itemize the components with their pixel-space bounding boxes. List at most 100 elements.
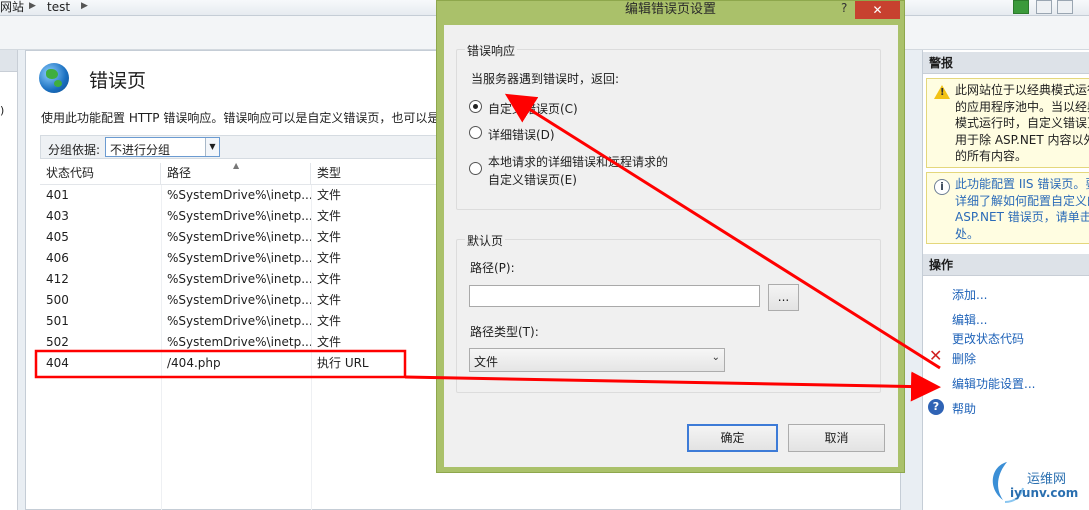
- detailed-error-radio[interactable]: [469, 126, 482, 139]
- warning-alert: 此网站位于以经典模式运行 的应用程序池中。当以经典 模式运行时，自定义错误页 用…: [926, 78, 1089, 168]
- path-type-value: 文件: [474, 355, 499, 369]
- change-status-code-link[interactable]: 更改状态代码: [952, 330, 1024, 347]
- cell-path: %SystemDrive%\inetp...: [167, 293, 311, 307]
- delete-action-link[interactable]: 删除: [952, 350, 976, 367]
- cell-path: %SystemDrive%\inetp...: [167, 188, 311, 202]
- cell-type: 执行 URL: [317, 356, 369, 370]
- cell-type: 文件: [317, 251, 342, 265]
- actions-header: 操作: [923, 254, 1089, 276]
- table-row[interactable]: 500 %SystemDrive%\inetp... 文件: [40, 290, 440, 311]
- dialog-body: 错误响应 当服务器遇到错误时，返回: 自定义错误页(C) 详细错误(D) 本地请…: [444, 25, 898, 467]
- chevron-down-icon: ⌄: [711, 352, 720, 363]
- local-detailed-label-line2[interactable]: 自定义错误页(E): [488, 171, 577, 188]
- cell-status-code: 502: [46, 335, 69, 349]
- cell-type: 文件: [317, 314, 342, 328]
- group-by-label: 分组依据:: [48, 143, 101, 157]
- cell-path: /404.php: [167, 356, 221, 370]
- help-action-link[interactable]: 帮助: [952, 400, 976, 417]
- detailed-error-label[interactable]: 详细错误(D): [488, 126, 555, 143]
- cell-type: 文件: [317, 335, 342, 349]
- cell-path: %SystemDrive%\inetp...: [167, 335, 311, 349]
- stop-icon[interactable]: [1036, 0, 1052, 14]
- edit-error-pages-dialog: 编辑错误页设置 ? ✕ 错误响应 当服务器遇到错误时，返回: 自定义错误页(C)…: [436, 0, 905, 473]
- cell-path: %SystemDrive%\inetp...: [167, 209, 311, 223]
- table-row[interactable]: 406 %SystemDrive%\inetp... 文件: [40, 248, 440, 269]
- cell-type: 文件: [317, 293, 342, 307]
- breadcrumb-site[interactable]: 网站: [0, 0, 24, 14]
- info-alert: i 此功能配置 IIS 错误页。要 详细了解如何配置自定义的 ASP.NET 错…: [926, 172, 1089, 244]
- table-row[interactable]: 401 %SystemDrive%\inetp... 文件: [40, 185, 440, 206]
- actions-pane: 警报 此网站位于以经典模式运行 的应用程序池中。当以经典 模式运行时，自定义错误…: [922, 50, 1089, 510]
- chevron-right-icon: ▶: [81, 1, 88, 11]
- error-response-prompt: 当服务器遇到错误时，返回:: [471, 72, 620, 86]
- breadcrumb-site-name[interactable]: test: [47, 0, 70, 14]
- group-by-select[interactable]: 不进行分组 ▼: [105, 137, 220, 157]
- local-detailed-label-line1[interactable]: 本地请求的详细错误和远程请求的: [488, 153, 668, 170]
- path-label: 路径(P):: [470, 261, 515, 275]
- cell-status-code: 405: [46, 230, 69, 244]
- cell-type: 文件: [317, 188, 342, 202]
- edit-feature-settings-link[interactable]: 编辑功能设置...: [952, 375, 1035, 392]
- watermark-url: iyunv.com: [1010, 486, 1079, 500]
- error-response-legend: 错误响应: [465, 42, 518, 59]
- connections-header: [0, 50, 17, 72]
- group-by-bar: 分组依据: 不进行分组 ▼: [40, 135, 440, 159]
- cell-status-code: 401: [46, 188, 69, 202]
- cell-path: %SystemDrive%\inetp...: [167, 251, 311, 265]
- cell-status-code: 500: [46, 293, 69, 307]
- table-row[interactable]: 405 %SystemDrive%\inetp... 文件: [40, 227, 440, 248]
- warning-text: 此网站位于以经典模式运行 的应用程序池中。当以经典 模式运行时，自定义错误页 用…: [955, 83, 1089, 163]
- path-type-select[interactable]: 文件 ⌄: [469, 348, 725, 372]
- cell-status-code: 412: [46, 272, 69, 286]
- custom-error-radio[interactable]: [469, 100, 482, 113]
- path-input[interactable]: [469, 285, 760, 307]
- page-title: 错误页: [89, 70, 147, 92]
- custom-error-label[interactable]: 自定义错误页(C): [488, 100, 578, 117]
- tree-item-stub[interactable]: ): [0, 104, 4, 117]
- column-header-status[interactable]: 状态代码: [40, 163, 161, 185]
- table-row[interactable]: 501 %SystemDrive%\inetp... 文件: [40, 311, 440, 332]
- local-detailed-radio[interactable]: [469, 162, 482, 175]
- close-button[interactable]: ✕: [855, 1, 900, 19]
- cell-status-code: 404: [46, 356, 69, 370]
- cell-status-code: 403: [46, 209, 69, 223]
- edit-action-link[interactable]: 编辑...: [952, 311, 987, 328]
- cell-type: 文件: [317, 209, 342, 223]
- group-by-value: 不进行分组: [110, 143, 171, 157]
- cancel-button[interactable]: 取消: [788, 424, 885, 452]
- help-question-icon[interactable]: ?: [841, 1, 847, 15]
- chevron-right-icon: ▶: [29, 1, 36, 11]
- default-page-legend: 默认页: [465, 232, 506, 249]
- path-type-label: 路径类型(T):: [470, 325, 539, 339]
- cell-type: 文件: [317, 272, 342, 286]
- add-action-link[interactable]: 添加...: [952, 286, 987, 303]
- info-text[interactable]: 此功能配置 IIS 错误页。要 详细了解如何配置自定义的 ASP.NET 错误页…: [955, 176, 1089, 242]
- help-icon: ?: [928, 399, 944, 415]
- ok-button[interactable]: 确定: [687, 424, 778, 452]
- cell-path: %SystemDrive%\inetp...: [167, 314, 311, 328]
- cell-path: %SystemDrive%\inetp...: [167, 272, 311, 286]
- alerts-header: 警报: [923, 52, 1089, 74]
- table-row[interactable]: 502 %SystemDrive%\inetp... 文件: [40, 332, 440, 353]
- table-row[interactable]: 412 %SystemDrive%\inetp... 文件: [40, 269, 440, 290]
- table-row[interactable]: 403 %SystemDrive%\inetp... 文件: [40, 206, 440, 227]
- delete-icon: ✕: [929, 346, 943, 365]
- browse-button[interactable]: ...: [768, 284, 799, 311]
- cell-path: %SystemDrive%\inetp...: [167, 230, 311, 244]
- dropdown-arrow-icon[interactable]: ▼: [205, 138, 219, 156]
- column-header-type[interactable]: 类型: [311, 163, 440, 185]
- feature-description: 使用此功能配置 HTTP 错误响应。错误响应可以是自定义错误页，也可以是: [41, 111, 440, 125]
- home-icon[interactable]: [1057, 0, 1073, 14]
- refresh-icon[interactable]: [1013, 0, 1029, 14]
- dialog-title: 编辑错误页设置: [624, 2, 716, 17]
- cell-type: 文件: [317, 230, 342, 244]
- globe-icon: [39, 63, 69, 93]
- cell-status-code: 406: [46, 251, 69, 265]
- sort-ascending-icon: ▲: [233, 161, 240, 170]
- error-pages-table: 状态代码 路径 类型 ▲ 401 %SystemDrive%\inetp... …: [40, 161, 440, 510]
- info-icon: i: [934, 179, 950, 195]
- connections-pane: ): [0, 50, 18, 510]
- warning-icon: [934, 85, 950, 99]
- table-row[interactable]: 404 /404.php 执行 URL: [40, 353, 440, 374]
- watermark-name: 运维网: [1027, 472, 1067, 487]
